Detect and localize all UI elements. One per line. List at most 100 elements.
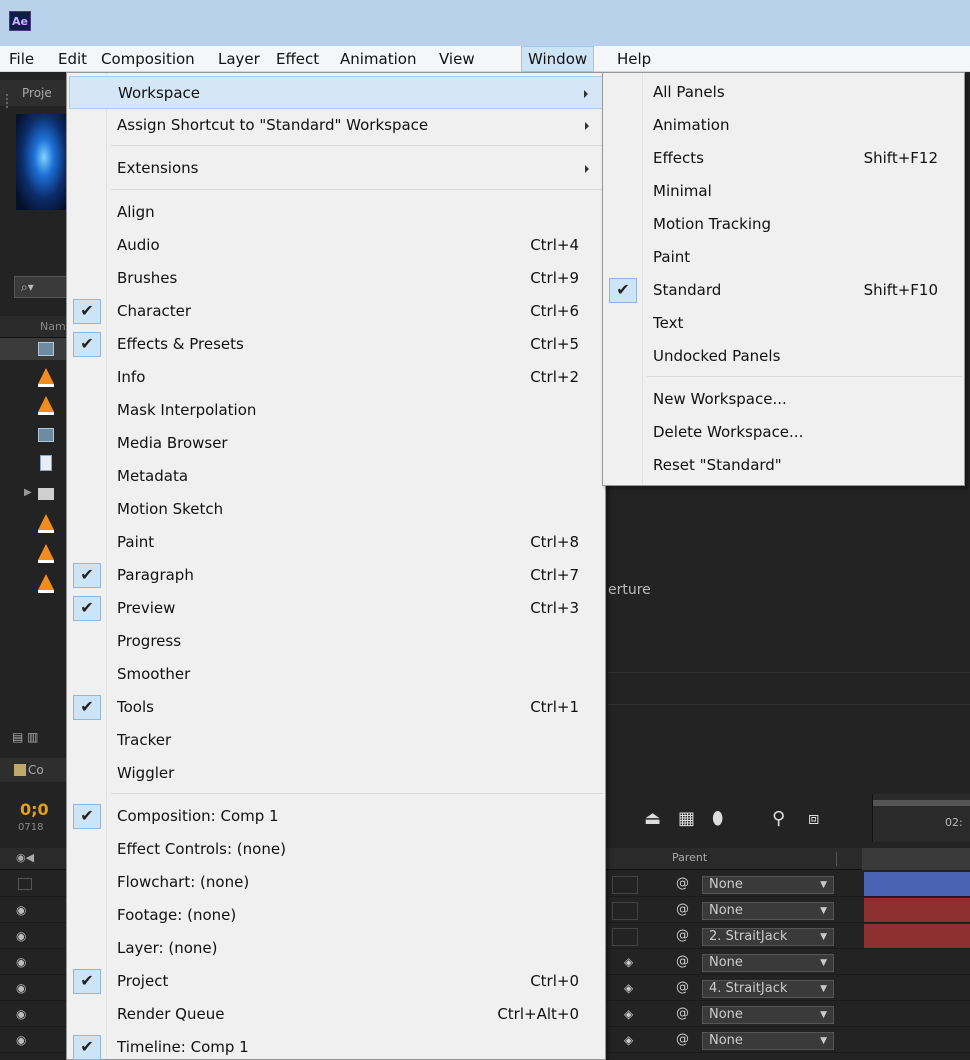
menu-effect[interactable]: Effect [270,46,325,72]
menu-item-info[interactable]: Info Ctrl+2 [69,361,603,394]
expand-arrow-icon[interactable]: ▶ [24,487,32,498]
project-item[interactable] [0,542,70,564]
workspace-item-animation[interactable]: Animation [605,109,962,142]
time-ruler[interactable]: 02: [872,794,970,842]
parent-dropdown[interactable]: None ▼ [702,954,834,972]
eye-icon[interactable]: ◉ [16,929,36,943]
workspace-item-undocked-panels[interactable]: Undocked Panels [605,340,962,373]
parent-dropdown[interactable]: 2. StraitJack ▼ [702,928,834,946]
menu-composition[interactable]: Composition [95,46,201,72]
work-area-bar[interactable] [873,800,970,806]
eye-icon[interactable]: ◉ [16,981,36,995]
project-item[interactable] [0,512,70,534]
menu-item-paint[interactable]: Paint Ctrl+8 [69,526,603,559]
menu-item-mask-interpolation[interactable]: Mask Interpolation [69,394,603,427]
workspace-item-new-workspace[interactable]: New Workspace... [605,383,962,416]
project-item[interactable] [0,572,70,594]
graph-editor-icon[interactable]: ⧈ [808,808,819,829]
video-switch[interactable] [18,878,32,890]
menu-item-preview[interactable]: ✔ Preview Ctrl+3 [69,592,603,625]
layer-bar[interactable] [864,872,970,896]
menu-item-tools[interactable]: ✔ Tools Ctrl+1 [69,691,603,724]
workspace-item-minimal[interactable]: Minimal [605,175,962,208]
project-footer-icons[interactable]: ▤ ▥ [12,730,52,746]
workspace-item-delete-workspace[interactable]: Delete Workspace... [605,416,962,449]
menu-view[interactable]: View [433,46,481,72]
workspace-item-motion-tracking[interactable]: Motion Tracking [605,208,962,241]
menu-item-motion-sketch[interactable]: Motion Sketch [69,493,603,526]
menu-item-render-queue[interactable]: Render Queue Ctrl+Alt+0 [69,998,603,1031]
parent-dropdown[interactable]: 4. StraitJack ▼ [702,980,834,998]
parent-dropdown[interactable]: None ▼ [702,876,834,894]
menu-item-media-browser[interactable]: Media Browser [69,427,603,460]
parent-dropdown[interactable]: None ▼ [702,1032,834,1050]
menu-file[interactable]: File [3,46,40,72]
project-item[interactable] [0,452,70,474]
menu-item-wiggler[interactable]: Wiggler [69,757,603,790]
menu-item-smoother[interactable]: Smoother [69,658,603,691]
motion-blur-icon[interactable]: ⏏ [644,808,661,829]
workspace-item-effects[interactable]: Effects Shift+F12 [605,142,962,175]
pickwhip-icon[interactable]: @ [676,980,689,995]
menu-item-footage[interactable]: Footage: (none) [69,899,603,932]
project-folder[interactable]: ▶ [0,482,70,504]
menu-item-character[interactable]: ✔ Character Ctrl+6 [69,295,603,328]
eye-icon[interactable]: ◉ [16,903,36,917]
menu-animation[interactable]: Animation [334,46,422,72]
parent-dropdown[interactable]: None ▼ [702,902,834,920]
pickwhip-icon[interactable]: @ [676,1032,689,1047]
menu-item-extensions[interactable]: Extensions [69,152,603,185]
pickwhip-icon[interactable]: @ [676,1006,689,1021]
timeline-panel-tab[interactable]: Co [0,758,70,782]
project-item[interactable] [0,366,70,388]
3d-layer-icon[interactable]: ◈ [624,1033,638,1047]
menu-item-effects-presets[interactable]: ✔ Effects & Presets Ctrl+5 [69,328,603,361]
pickwhip-icon[interactable]: @ [676,876,689,891]
timecode-display[interactable]: 0;0 [20,800,49,819]
workspace-item-text[interactable]: Text [605,307,962,340]
menu-item-audio[interactable]: Audio Ctrl+4 [69,229,603,262]
layer-bar[interactable] [864,924,970,948]
menu-item-project[interactable]: ✔ Project Ctrl+0 [69,965,603,998]
menu-item-flowchart[interactable]: Flowchart: (none) [69,866,603,899]
layer-switch[interactable] [612,876,638,894]
layer-switch[interactable] [612,902,638,920]
draft-3d-icon[interactable]: ⬮ [712,808,723,829]
workspace-item-paint[interactable]: Paint [605,241,962,274]
eye-icon[interactable]: ◉ [16,955,36,969]
menu-item-metadata[interactable]: Metadata [69,460,603,493]
menu-item-assign-shortcut[interactable]: Assign Shortcut to "Standard" Workspace [69,109,603,142]
frame-blend-icon[interactable]: ▦ [678,808,695,829]
parent-column-header[interactable]: Parent [672,851,707,864]
pickwhip-icon[interactable]: @ [676,902,689,917]
project-column-header[interactable]: Nam [0,316,70,338]
project-item[interactable] [0,394,70,416]
project-item[interactable] [0,338,70,360]
menu-item-brushes[interactable]: Brushes Ctrl+9 [69,262,603,295]
menu-item-layer[interactable]: Layer: (none) [69,932,603,965]
menu-item-effect-controls[interactable]: Effect Controls: (none) [69,833,603,866]
layer-bar[interactable] [864,898,970,922]
menu-item-composition-comp1[interactable]: ✔ Composition: Comp 1 [69,800,603,833]
project-panel-tab[interactable]: Proje [0,80,70,108]
3d-layer-icon[interactable]: ◈ [624,955,638,969]
menu-item-workspace[interactable]: Workspace [69,76,603,109]
eye-icon[interactable]: ◉ [16,1033,36,1047]
project-item[interactable] [0,424,70,446]
eye-icon[interactable]: ◉ [16,1007,36,1021]
pickwhip-icon[interactable]: @ [676,954,689,969]
parent-dropdown[interactable]: None ▼ [702,1006,834,1024]
menu-item-align[interactable]: Align [69,196,603,229]
workspace-item-all-panels[interactable]: All Panels [605,76,962,109]
menu-edit[interactable]: Edit [52,46,93,72]
workspace-item-standard[interactable]: ✔ Standard Shift+F10 [605,274,962,307]
menu-item-tracker[interactable]: Tracker [69,724,603,757]
panel-grip-icon[interactable] [6,94,12,108]
menu-item-progress[interactable]: Progress [69,625,603,658]
pickwhip-icon[interactable]: @ [676,928,689,943]
3d-layer-icon[interactable]: ◈ [624,1007,638,1021]
menu-window[interactable]: Window [521,46,595,72]
3d-layer-icon[interactable]: ◈ [624,981,638,995]
menu-layer[interactable]: Layer [212,46,266,72]
menu-item-timeline-comp1[interactable]: ✔ Timeline: Comp 1 [69,1031,603,1060]
